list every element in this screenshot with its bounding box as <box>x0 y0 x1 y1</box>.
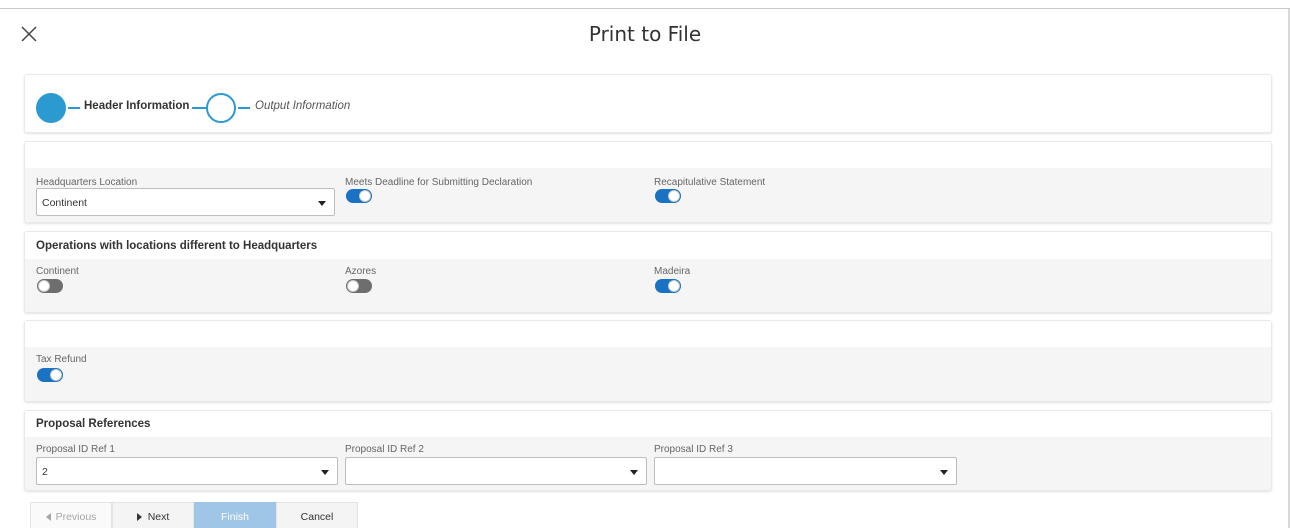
caret-right-icon <box>136 513 142 521</box>
proposal-ref3-select[interactable] <box>654 457 957 485</box>
chevron-down-icon <box>318 201 326 206</box>
step-connector <box>238 107 250 109</box>
caret-left-icon <box>45 513 51 521</box>
proposal-ref3-label: Proposal ID Ref 3 <box>654 444 733 455</box>
proposal-ref1-label: Proposal ID Ref 1 <box>36 444 115 455</box>
madeira-label: Madeira <box>654 266 691 277</box>
recapitulative-statement-label: Recapitulative Statement <box>654 177 766 188</box>
madeira-toggle[interactable] <box>655 279 681 293</box>
cancel-button[interactable]: Cancel <box>276 502 358 528</box>
headquarters-location-label: Headquarters Location <box>36 177 138 188</box>
azores-label: Azores <box>345 266 377 277</box>
previous-button[interactable]: Previous <box>30 502 112 528</box>
meets-deadline-toggle[interactable] <box>346 189 372 203</box>
proposal-ref1-select[interactable]: 2 <box>36 457 338 485</box>
step-label-output[interactable]: Output Information <box>255 100 350 112</box>
continent-label: Continent <box>36 266 79 277</box>
dialog-title: Print to File <box>588 22 702 46</box>
meets-deadline-label: Meets Deadline for Submitting Declaratio… <box>345 177 533 188</box>
chevron-down-icon <box>321 470 329 475</box>
step-connector <box>68 107 80 109</box>
proposal-references-section: Proposal References Proposal ID Ref 1 2 … <box>24 410 1272 491</box>
operations-section-title: Operations with locations different to H… <box>36 240 318 252</box>
proposal-ref2-label: Proposal ID Ref 2 <box>345 444 424 455</box>
wizard-steps: Header Information Output Information <box>24 74 1272 133</box>
step-connector <box>192 107 206 109</box>
step-label-header[interactable]: Header Information <box>84 100 189 112</box>
proposal-ref1-value: 2 <box>42 466 48 478</box>
headquarters-location-value: Continent <box>42 197 87 209</box>
finish-button[interactable]: Finish <box>194 502 276 528</box>
recapitulative-statement-toggle[interactable] <box>655 189 681 203</box>
headquarters-location-select[interactable]: Continent <box>36 188 335 216</box>
tax-refund-toggle[interactable] <box>37 368 63 382</box>
continent-toggle[interactable] <box>37 279 63 293</box>
proposal-references-title: Proposal References <box>36 418 151 430</box>
step-indicator-header[interactable] <box>36 93 66 123</box>
operations-section: Operations with locations different to H… <box>24 231 1272 313</box>
header-section: Headquarters Location Continent Meets De… <box>24 141 1272 223</box>
tax-refund-label: Tax Refund <box>36 354 87 365</box>
chevron-down-icon <box>630 470 638 475</box>
step-indicator-output[interactable] <box>206 93 236 123</box>
window-top-edge <box>0 0 1290 9</box>
tax-refund-section: Tax Refund <box>24 320 1272 402</box>
chevron-down-icon <box>940 470 948 475</box>
next-button[interactable]: Next <box>112 502 194 528</box>
proposal-ref2-select[interactable] <box>345 457 647 485</box>
azores-toggle[interactable] <box>346 279 372 293</box>
